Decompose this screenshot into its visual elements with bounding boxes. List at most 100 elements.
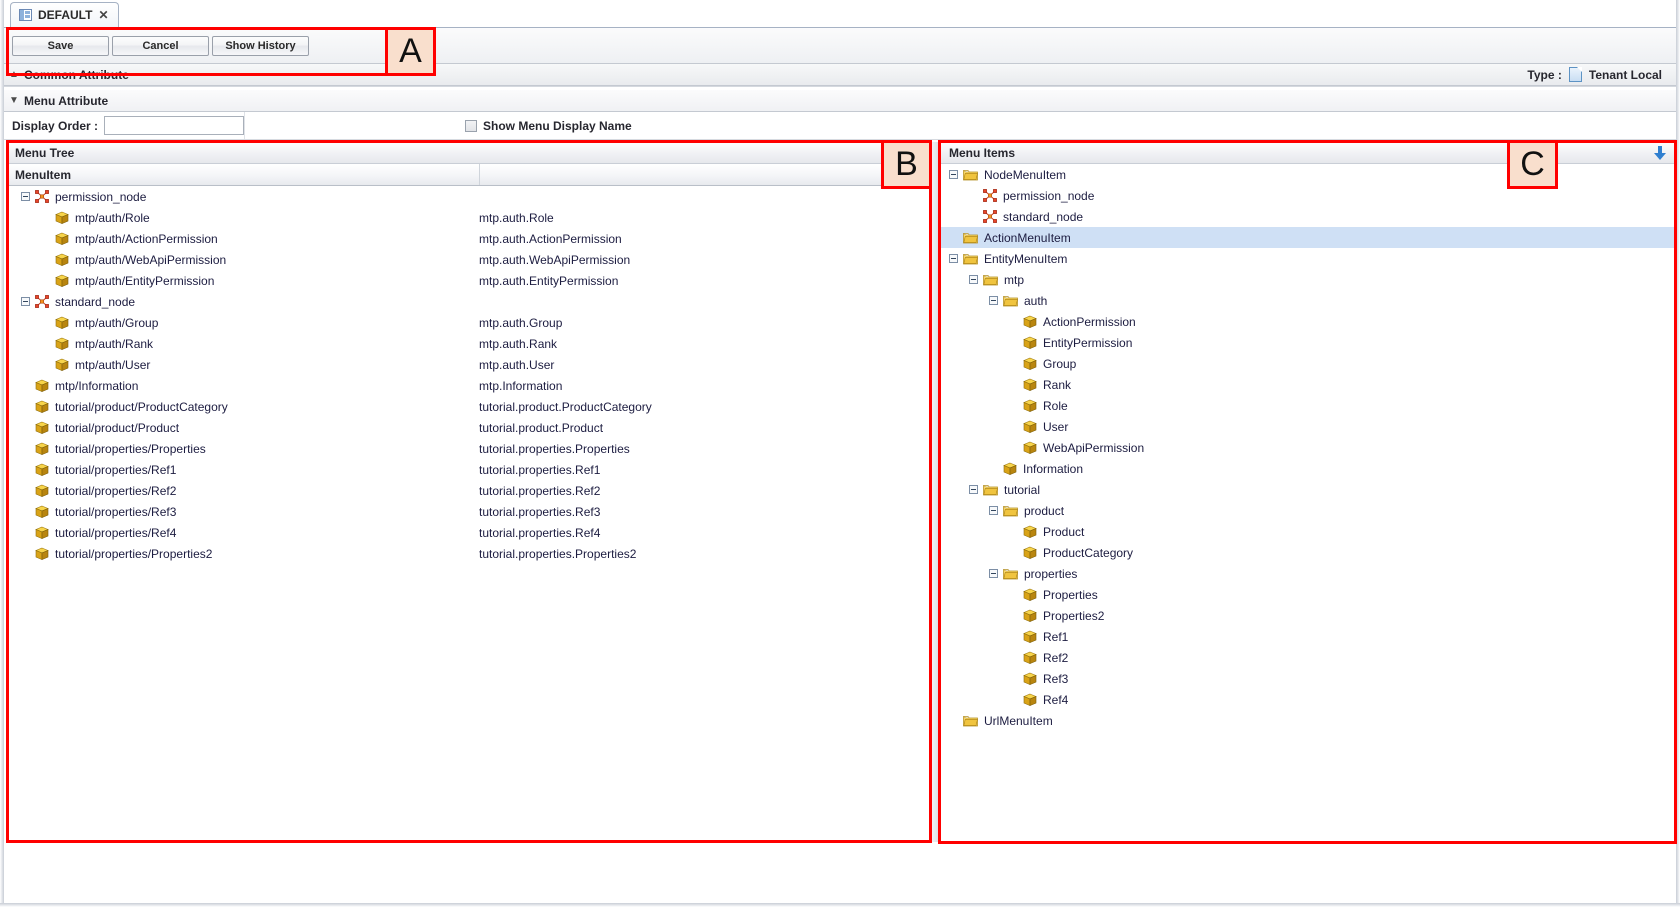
- menu-items-row[interactable]: Properties: [941, 584, 1674, 605]
- cube-icon: [55, 232, 69, 246]
- folder-icon: [963, 168, 978, 181]
- cube-icon: [55, 316, 69, 330]
- collapse-toggle-icon[interactable]: [969, 485, 978, 494]
- menu-items-row[interactable]: ProductCategory: [941, 542, 1674, 563]
- section-common-attribute[interactable]: ▲ Common Attribute Type : Tenant Local: [4, 64, 1676, 86]
- show-menu-display-name-checkbox[interactable]: [465, 119, 477, 132]
- menu-items-row[interactable]: standard_node: [941, 206, 1674, 227]
- collapse-toggle-icon[interactable]: [989, 569, 998, 578]
- menu-items-row[interactable]: EntityMenuItem: [941, 248, 1674, 269]
- menu-items-row[interactable]: Rank: [941, 374, 1674, 395]
- close-icon[interactable]: ✕: [98, 9, 108, 21]
- menu-tree-row-label: mtp/auth/Rank: [75, 336, 154, 351]
- menu-tree-row-path: tutorial.properties.Properties2: [479, 546, 637, 561]
- menu-items-row[interactable]: permission_node: [941, 185, 1674, 206]
- menu-items-row[interactable]: Information: [941, 458, 1674, 479]
- menu-items-row-label: UrlMenuItem: [984, 713, 1053, 728]
- menu-tree-row[interactable]: tutorial/properties/Ref1 tutorial.propert…: [7, 459, 929, 480]
- menu-tree-row[interactable]: tutorial/properties/Ref4 tutorial.propert…: [7, 522, 929, 543]
- menu-tree-row[interactable]: tutorial/product/ProductCategory tutorial…: [7, 396, 929, 417]
- section-common-attribute-label: Common Attribute: [24, 67, 129, 82]
- menu-tree-row[interactable]: mtp/auth/Group mtp.auth.Group: [7, 312, 929, 333]
- cube-icon: [1023, 525, 1037, 539]
- menu-items-row-label: Ref1: [1043, 629, 1069, 644]
- menu-tree-row-label: tutorial/properties/Properties: [55, 441, 206, 456]
- menu-items-row-label: ProductCategory: [1043, 545, 1134, 560]
- menu-tree-row[interactable]: mtp/auth/User mtp.auth.User: [7, 354, 929, 375]
- menu-tree-row-label: mtp/auth/Group: [75, 315, 159, 330]
- section-menu-attribute[interactable]: ▼ Menu Attribute: [4, 90, 1676, 112]
- menu-tree-row[interactable]: mtp/Information mtp.Information: [7, 375, 929, 396]
- arrow-down-icon[interactable]: [1654, 146, 1666, 160]
- menu-tree-row[interactable]: mtp/auth/WebApiPermission mtp.auth.WebApi…: [7, 249, 929, 270]
- menu-items-row[interactable]: Properties2: [941, 605, 1674, 626]
- menu-items-row[interactable]: UrlMenuItem: [941, 710, 1674, 731]
- menu-tree-row-path: mtp.auth.Role: [479, 210, 554, 225]
- menu-tree-row-label: tutorial/properties/Ref4: [55, 525, 177, 540]
- menu-items-row-label: Role: [1043, 398, 1068, 413]
- menu-items-row[interactable]: User: [941, 416, 1674, 437]
- cube-icon: [35, 484, 49, 498]
- menu-items-rows: NodeMenuItem permission_node standard_node…: [941, 164, 1674, 840]
- folder-icon: [983, 273, 998, 286]
- menu-tree-panel: Menu Tree MenuItem permission_node mtp/au…: [6, 142, 930, 842]
- display-order-input[interactable]: [104, 116, 244, 135]
- collapse-toggle-icon[interactable]: [969, 275, 978, 284]
- menu-tree-row-path: tutorial.properties.Ref2: [479, 483, 601, 498]
- menu-items-row-label: EntityMenuItem: [984, 251, 1068, 266]
- menu-items-row[interactable]: WebApiPermission: [941, 437, 1674, 458]
- cube-icon: [1023, 630, 1037, 644]
- menu-items-row[interactable]: Product: [941, 521, 1674, 542]
- menu-items-row[interactable]: NodeMenuItem: [941, 164, 1674, 185]
- cube-icon: [1023, 672, 1037, 686]
- menu-tree-row[interactable]: tutorial/product/Product tutorial.product…: [7, 417, 929, 438]
- collapse-toggle-icon[interactable]: [989, 506, 998, 515]
- menu-items-row[interactable]: Ref4: [941, 689, 1674, 710]
- menu-items-row[interactable]: Ref1: [941, 626, 1674, 647]
- show-menu-display-name-label: Show Menu Display Name: [483, 118, 632, 133]
- menu-tree-row[interactable]: mtp/auth/Rank mtp.auth.Rank: [7, 333, 929, 354]
- tab-strip: DEFAULT ✕: [4, 0, 1676, 28]
- menu-tree-row[interactable]: mtp/auth/EntityPermission mtp.auth.Entity…: [7, 270, 929, 291]
- menu-items-row[interactable]: auth: [941, 290, 1674, 311]
- menu-items-row[interactable]: Group: [941, 353, 1674, 374]
- cube-icon: [1023, 441, 1037, 455]
- save-button[interactable]: Save: [12, 35, 109, 56]
- window-border-bottom: [0, 903, 1680, 907]
- menu-tree-row[interactable]: mtp/auth/Role mtp.auth.Role: [7, 207, 929, 228]
- menu-tree-row[interactable]: tutorial/properties/Properties tutorial.p…: [7, 438, 929, 459]
- tab-default[interactable]: DEFAULT ✕: [10, 2, 119, 28]
- menu-items-row[interactable]: Ref3: [941, 668, 1674, 689]
- menu-tree-row[interactable]: standard_node: [7, 291, 929, 312]
- menu-tree-row-label: mtp/auth/Role: [75, 210, 150, 225]
- menu-tree-row[interactable]: tutorial/properties/Properties2 tutorial.…: [7, 543, 929, 564]
- cancel-button[interactable]: Cancel: [112, 35, 209, 56]
- menu-items-row[interactable]: properties: [941, 563, 1674, 584]
- collapse-toggle-icon[interactable]: [989, 296, 998, 305]
- menu-items-row-label: Group: [1043, 356, 1077, 371]
- menu-items-row[interactable]: tutorial: [941, 479, 1674, 500]
- menu-tree-row[interactable]: tutorial/properties/Ref2 tutorial.propert…: [7, 480, 929, 501]
- menu-items-row[interactable]: EntityPermission: [941, 332, 1674, 353]
- collapse-toggle-icon[interactable]: [21, 192, 30, 201]
- panel-scrollbar[interactable]: [931, 142, 939, 842]
- menu-tree-row-path: tutorial.properties.Properties: [479, 441, 630, 456]
- collapse-toggle-icon[interactable]: [949, 170, 958, 179]
- menu-items-row[interactable]: Ref2: [941, 647, 1674, 668]
- menu-items-row[interactable]: product: [941, 500, 1674, 521]
- collapse-toggle-icon[interactable]: [21, 297, 30, 306]
- menu-items-row[interactable]: ActionPermission: [941, 311, 1674, 332]
- menu-tree-row-label: permission_node: [55, 189, 147, 204]
- menu-tree-row[interactable]: permission_node: [7, 186, 929, 207]
- menu-tree-row[interactable]: mtp/auth/ActionPermission mtp.auth.Action…: [7, 228, 929, 249]
- menu-items-row-label: Product: [1043, 524, 1085, 539]
- menu-tree-row[interactable]: tutorial/properties/Ref3 tutorial.propert…: [7, 501, 929, 522]
- menu-items-row[interactable]: mtp: [941, 269, 1674, 290]
- column-splitter[interactable]: [479, 164, 480, 185]
- collapse-toggle-icon[interactable]: [949, 254, 958, 263]
- menu-items-row[interactable]: Role: [941, 395, 1674, 416]
- display-order-label: Display Order :: [11, 118, 98, 133]
- menu-items-row-selected[interactable]: ActionMenuItem: [941, 227, 1674, 248]
- menu-items-row-label: Properties: [1043, 587, 1098, 602]
- show-history-button[interactable]: Show History: [212, 35, 309, 56]
